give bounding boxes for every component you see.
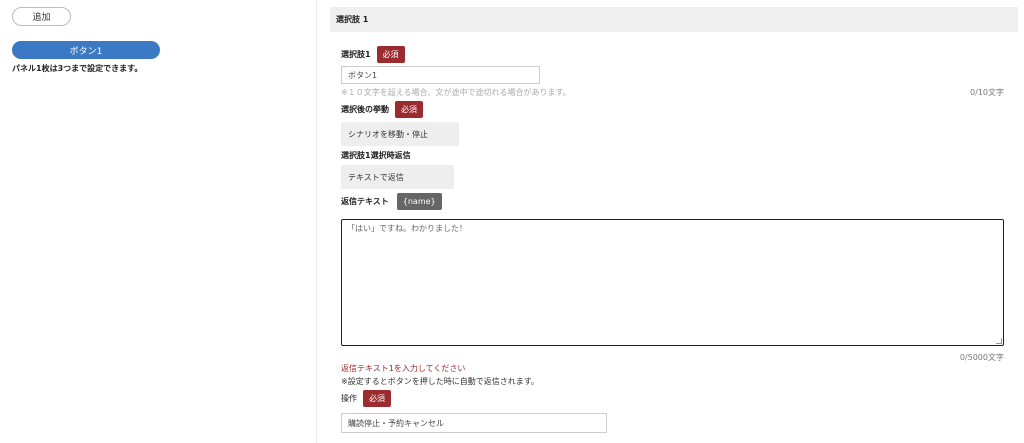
- choice-label-row: 選択肢1 必須: [341, 46, 405, 63]
- reply-type-select[interactable]: テキストで返信: [341, 165, 454, 189]
- add-button[interactable]: 追加: [12, 7, 71, 26]
- action-label: 選択後の挙動: [341, 105, 389, 114]
- reply-label: 選択肢1選択時返信: [341, 151, 411, 160]
- operation-select[interactable]: 購読停止・予約キャンセル: [341, 413, 607, 433]
- auto-reply-note: ※設定するとボタンを押した時に自動で返信されます。: [341, 377, 539, 386]
- reply-char-counter: 0/5000文字: [959, 353, 1004, 362]
- reply-text-label-row: 返信テキスト {name}: [341, 193, 442, 210]
- reply-error-message: 返信テキスト1を入力してください: [341, 364, 466, 373]
- choice-settings-panel: 選択肢 1 選択肢1 必須 ボタン1 ※１０文字を超える場合、文が途中で途切れる…: [316, 0, 1024, 443]
- panel-header: 選択肢 1: [330, 7, 1018, 32]
- panel-limit-note: パネル1枚は3つまで設定できます。: [12, 64, 143, 73]
- reply-textarea[interactable]: 「はい」ですね。わかりました！: [341, 219, 1004, 346]
- operation-label: 操作: [341, 394, 357, 403]
- action-select[interactable]: シナリオを移動・停止: [341, 122, 459, 146]
- reply-text-label: 返信テキスト: [341, 197, 389, 206]
- choice-text-input[interactable]: ボタン1: [341, 66, 540, 84]
- required-badge: 必須: [376, 46, 405, 63]
- required-badge: 必須: [395, 101, 423, 118]
- choice-label: 選択肢1: [341, 50, 371, 59]
- reply-textarea-text: 「はい」ですね。わかりました！: [347, 224, 467, 233]
- choice-char-counter: 0/10文字: [970, 88, 1004, 97]
- operation-label-row: 操作 必須: [341, 390, 391, 407]
- required-badge: 必須: [363, 390, 391, 407]
- name-variable-button[interactable]: {name}: [396, 193, 442, 210]
- choice-length-hint: ※１０文字を超える場合、文が途中で途切れる場合があります。: [341, 88, 571, 97]
- resize-handle[interactable]: [996, 338, 1002, 344]
- action-label-row: 選択後の挙動 必須: [341, 101, 423, 118]
- choice-button-1[interactable]: ボタン1: [12, 41, 160, 59]
